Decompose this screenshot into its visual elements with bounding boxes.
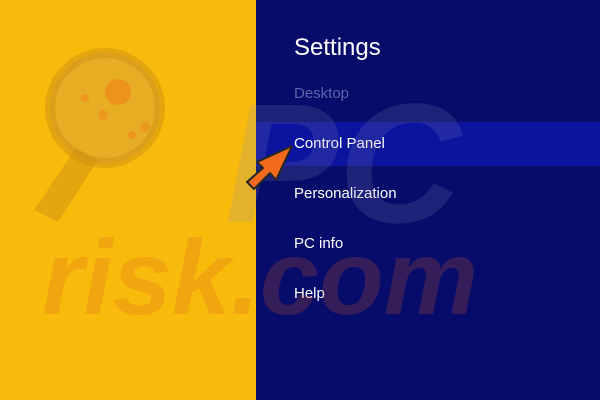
- settings-menu: Desktop Control Panel Personalization PC…: [256, 0, 600, 400]
- menu-item-personalization[interactable]: Personalization: [256, 172, 600, 216]
- orange-pointer-arrow-icon: [246, 145, 293, 190]
- menu-item-help[interactable]: Help: [256, 272, 600, 316]
- desktop-background: [0, 0, 256, 400]
- menu-item-pc-info[interactable]: PC info: [256, 222, 600, 266]
- menu-item-control-panel[interactable]: Control Panel: [256, 122, 600, 166]
- menu-item-desktop: Desktop: [294, 85, 350, 102]
